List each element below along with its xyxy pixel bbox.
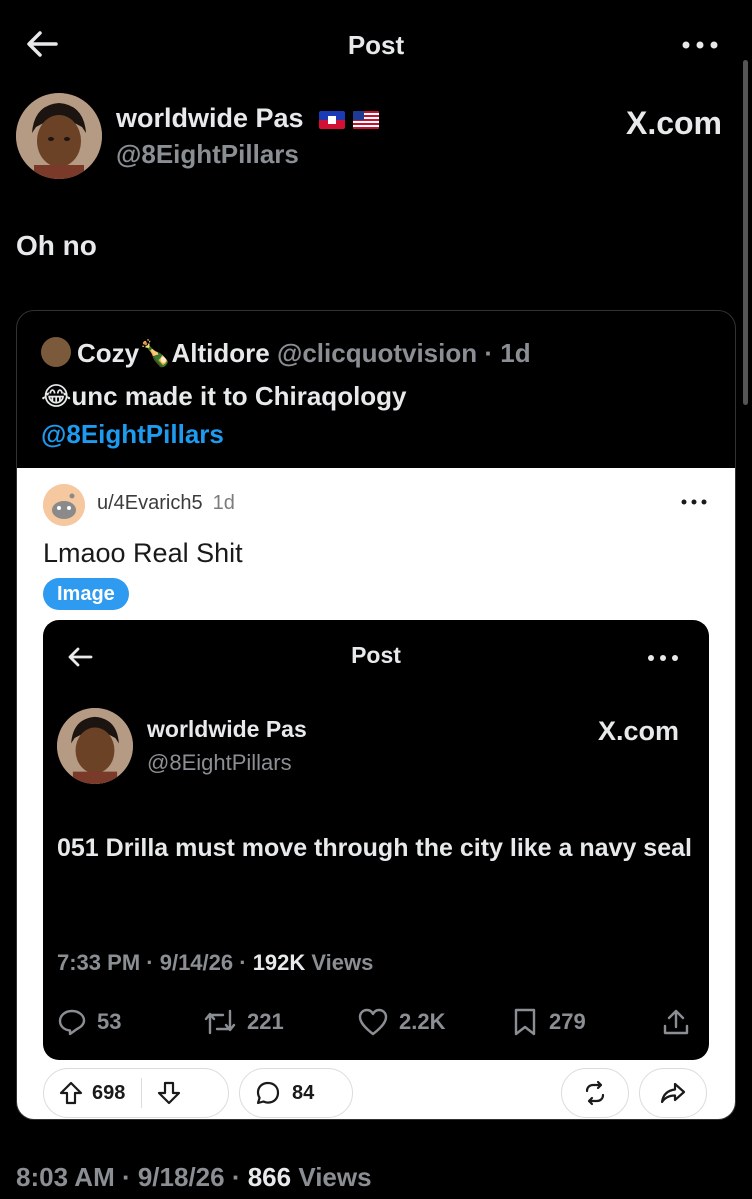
quote-name-part1: Cozy: [77, 338, 140, 368]
avatar[interactable]: [16, 93, 102, 179]
comment-pill: 84: [239, 1068, 353, 1118]
reddit-more-icon: [681, 499, 707, 505]
post-time: 8:03 AM: [16, 1162, 115, 1192]
downvote-icon: [158, 1081, 181, 1105]
inner-post-screenshot: Post worldwide Pas @8EightPillars X.com …: [43, 620, 709, 1060]
laughing-emoji: 😂: [41, 381, 72, 411]
inner-avatar: [57, 708, 133, 784]
inner-repost: 221: [203, 1004, 284, 1040]
quote-name-part2: Altidore: [171, 338, 270, 368]
quote-header: Cozy🍾Altidore @clicquotvision · 1d: [41, 337, 531, 369]
reddit-username: u/4Evarich5: [97, 492, 203, 514]
inner-action-bar: 53 221 2.2K 279: [57, 1004, 697, 1040]
post-views-count[interactable]: 866: [248, 1162, 291, 1192]
inner-reply-count: 53: [97, 1009, 122, 1034]
inner-more-icon: [648, 655, 678, 661]
comment-count: 84: [292, 1081, 315, 1104]
inner-views-count: 192K: [252, 950, 306, 975]
bookmark-icon: [514, 1008, 536, 1036]
inner-post-meta: 7:33 PM · 9/14/26 · 192K Views: [57, 950, 374, 975]
quote-mention-link[interactable]: @8EightPillars: [41, 419, 224, 450]
quote-time: 1d: [500, 338, 531, 368]
inner-author-name: worldwide Pas: [147, 716, 307, 742]
reply-icon: [58, 1009, 86, 1036]
inner-time: 7:33 PM: [57, 950, 141, 975]
inner-like-count: 2.2K: [399, 1009, 446, 1034]
reddit-share-icon: [660, 1082, 686, 1104]
inner-source-label: X.com: [597, 716, 679, 746]
inner-like: 2.2K: [357, 1004, 445, 1040]
crosspost-icon: [585, 1080, 605, 1106]
inner-page-title: Post: [351, 642, 401, 668]
reddit-share-pill: [639, 1068, 707, 1118]
author-handle[interactable]: @8EightPillars: [116, 139, 299, 170]
upvote-icon: [59, 1081, 83, 1105]
upvote-count: 698: [92, 1081, 126, 1104]
vote-pill: 698: [43, 1068, 229, 1118]
reddit-time: 1d: [212, 492, 235, 514]
crosspost-pill: [561, 1068, 629, 1118]
quote-text: 😂unc made it to Chiraqology: [41, 381, 407, 412]
source-label: X.com: [625, 105, 722, 141]
heart-icon: [358, 1008, 388, 1036]
inner-back-arrow-icon: [68, 647, 93, 667]
reddit-badge: Image: [43, 578, 129, 610]
share-icon: [663, 1009, 689, 1035]
quote-handle: @clicquotvision: [276, 338, 478, 368]
reddit-action-bar: 698 84: [43, 1068, 713, 1118]
scrollbar[interactable]: [743, 60, 748, 405]
post-views-label: Views: [298, 1162, 372, 1192]
vote-divider: [141, 1078, 143, 1108]
top-bar: Post: [0, 0, 752, 90]
inner-author-handle: @8EightPillars: [147, 750, 292, 775]
inner-repost-count: 221: [247, 1009, 284, 1034]
quote-avatar[interactable]: [41, 337, 71, 367]
reddit-avatar: [43, 484, 85, 526]
author-name[interactable]: worldwide Pas: [116, 103, 380, 134]
back-arrow-icon[interactable]: [22, 24, 62, 64]
inner-bookmark: 279: [511, 1004, 586, 1040]
quote-text-body: unc made it to Chiraqology: [71, 381, 407, 411]
post-date: 9/18/26: [137, 1162, 225, 1192]
inner-views-label: Views: [311, 950, 374, 975]
haitian-flag-icon: [319, 110, 346, 129]
page-title: Post: [347, 30, 405, 60]
reddit-screenshot: u/4Evarich5 1d Lmaoo Real Shit Image Post: [17, 468, 735, 1119]
inner-post-text: 051 Drilla must move through the city li…: [57, 834, 692, 862]
reddit-title: Lmaoo Real Shit: [43, 538, 243, 568]
inner-bookmark-count: 279: [549, 1009, 586, 1034]
champagne-emoji: 🍾: [139, 338, 172, 368]
inner-date: 9/14/26: [159, 950, 234, 975]
reddit-user: u/4Evarich5 1d: [97, 492, 235, 515]
quoted-post[interactable]: Cozy🍾Altidore @clicquotvision · 1d 😂unc …: [16, 310, 736, 1120]
more-options-icon[interactable]: [678, 30, 722, 60]
post-text: Oh no: [16, 230, 97, 261]
post-author: worldwide Pas @8EightPillars X.com: [16, 93, 736, 183]
us-flag-icon: [353, 110, 380, 129]
quote-separator: ·: [477, 338, 501, 368]
post-meta: 8:03 AM · 9/18/26 · 866 Views: [16, 1162, 372, 1192]
author-name-text: worldwide Pas: [116, 103, 304, 133]
comment-icon: [256, 1081, 280, 1105]
inner-share: [661, 1004, 701, 1040]
inner-reply: 53: [57, 1004, 121, 1040]
repost-icon: [204, 1009, 236, 1035]
